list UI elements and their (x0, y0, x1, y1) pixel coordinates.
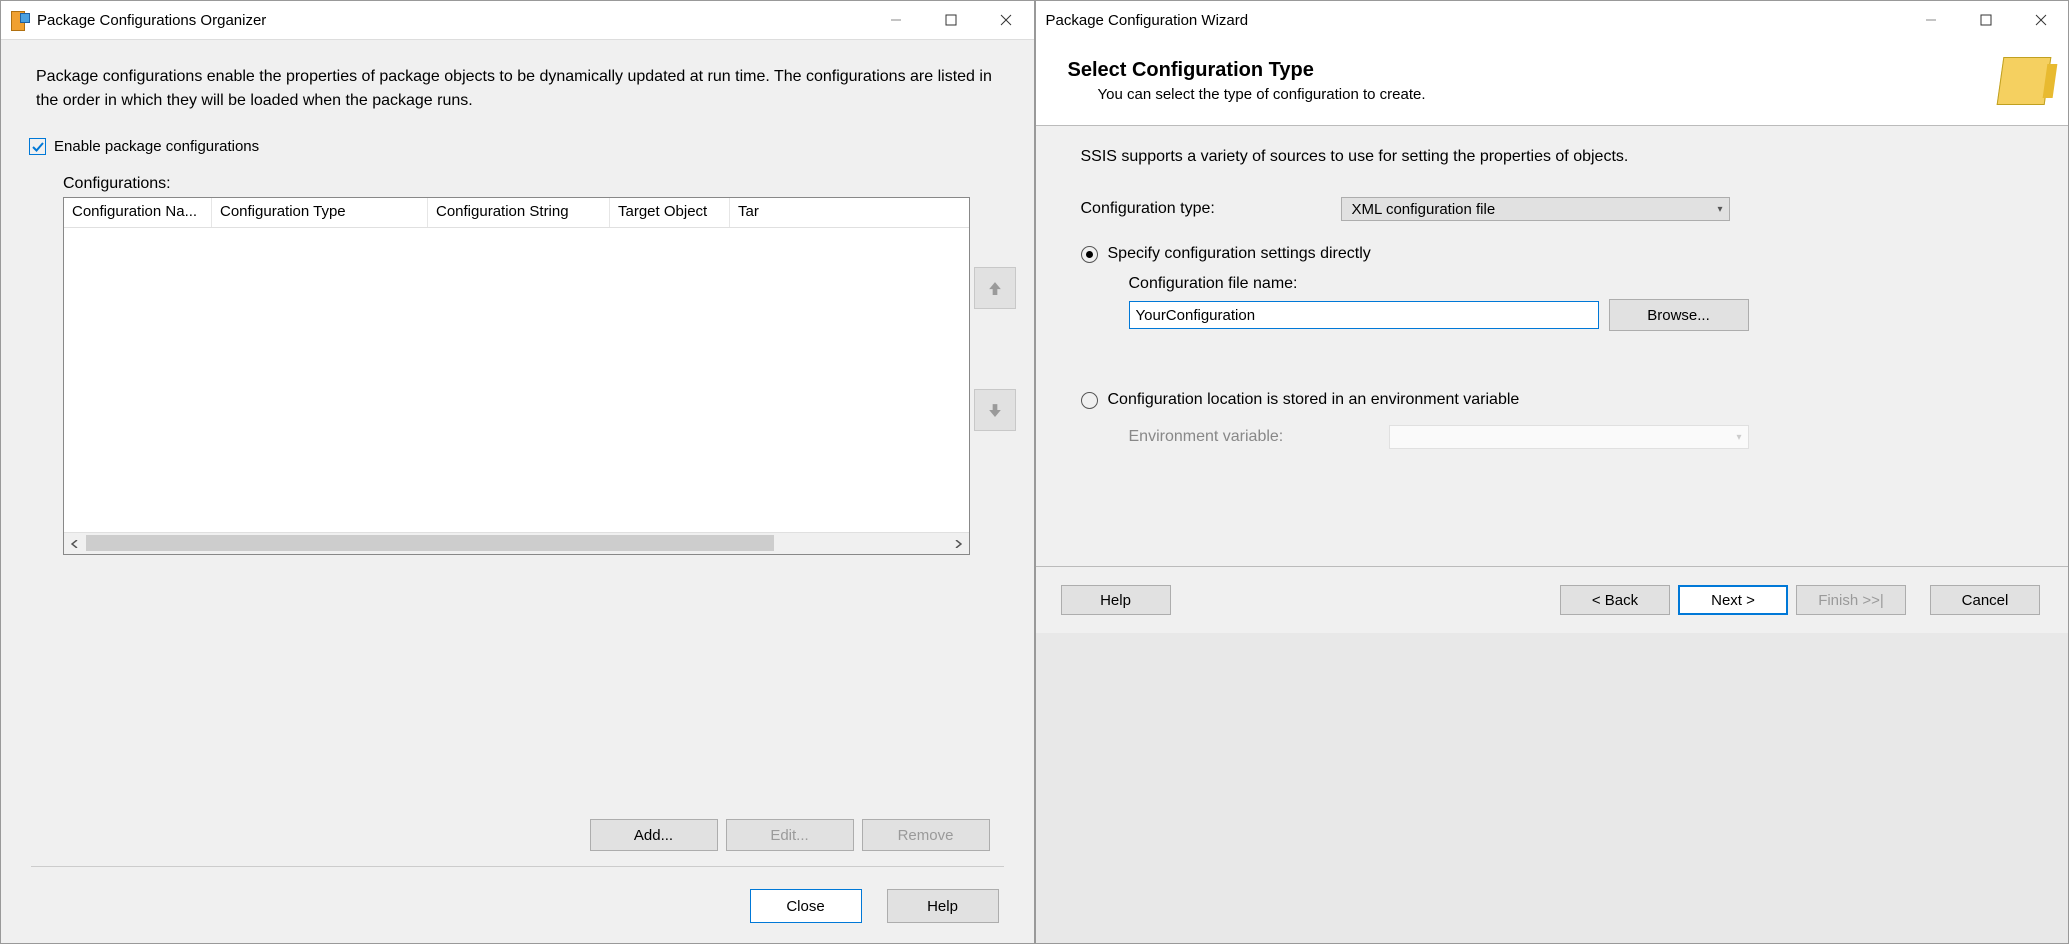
wizard-cancel-button[interactable]: Cancel (1930, 585, 2040, 615)
wizard-back-button[interactable]: < Back (1560, 585, 1670, 615)
organizer-description: Package configurations enable the proper… (1, 40, 1034, 128)
minimize-button[interactable] (869, 1, 924, 39)
edit-button[interactable]: Edit... (726, 819, 854, 851)
wizard-icon (1997, 57, 2052, 105)
chevron-down-icon: ▾ (1717, 204, 1722, 215)
move-up-button[interactable] (974, 267, 1016, 309)
close-button[interactable] (979, 1, 1034, 39)
col-config-string[interactable]: Configuration String (428, 198, 610, 227)
maximize-button[interactable] (924, 1, 979, 39)
browse-button[interactable]: Browse... (1609, 299, 1749, 331)
wizard-close-button[interactable] (2013, 1, 2068, 39)
table-header: Configuration Na... Configuration Type C… (64, 198, 969, 228)
config-type-value: XML configuration file (1352, 201, 1496, 218)
wizard-help-button[interactable]: Help (1061, 585, 1171, 615)
radio-env-variable-label: Configuration location is stored in an e… (1108, 391, 1520, 409)
wizard-minimize-button[interactable] (1903, 1, 1958, 39)
wizard-step-subtitle: You can select the type of configuration… (1068, 82, 2001, 103)
enable-configs-label: Enable package configurations (54, 138, 259, 155)
col-config-name[interactable]: Configuration Na... (64, 198, 212, 227)
configurations-table[interactable]: Configuration Na... Configuration Type C… (63, 197, 970, 555)
env-variable-label: Environment variable: (1129, 428, 1379, 446)
scroll-thumb[interactable] (86, 535, 774, 551)
radio-specify-directly-label: Specify configuration settings directly (1108, 245, 1371, 263)
configurations-label: Configurations: (1, 175, 1034, 197)
h-scrollbar[interactable] (64, 532, 969, 554)
wizard-maximize-button[interactable] (1958, 1, 2013, 39)
wizard-step-title: Select Configuration Type (1068, 59, 2001, 82)
wizard-next-button[interactable]: Next > (1678, 585, 1788, 615)
close-dialog-button[interactable]: Close (750, 889, 862, 923)
add-button[interactable]: Add... (590, 819, 718, 851)
col-config-type[interactable]: Configuration Type (212, 198, 428, 227)
table-body (64, 228, 969, 532)
organizer-window: Package Configurations Organizer Package… (0, 0, 1035, 944)
scroll-left-arrow[interactable] (64, 533, 86, 555)
enable-configs-checkbox[interactable] (29, 138, 46, 155)
organizer-titlebar[interactable]: Package Configurations Organizer (1, 1, 1034, 39)
col-target-prop[interactable]: Tar (730, 198, 969, 227)
config-file-label: Configuration file name: (1081, 273, 2034, 299)
scroll-right-arrow[interactable] (947, 533, 969, 555)
config-type-label: Configuration type: (1081, 200, 1331, 218)
config-file-input[interactable] (1129, 301, 1599, 329)
wizard-window-title: Package Configuration Wizard (1046, 12, 1904, 29)
wizard-finish-button[interactable]: Finish >>| (1796, 585, 1906, 615)
app-icon (11, 11, 29, 29)
remove-button[interactable]: Remove (862, 819, 990, 851)
env-variable-dropdown: ▾ (1389, 425, 1749, 449)
chevron-down-icon: ▾ (1736, 432, 1741, 443)
config-type-dropdown[interactable]: XML configuration file ▾ (1341, 197, 1730, 221)
organizer-title: Package Configurations Organizer (37, 12, 869, 29)
wizard-header: Select Configuration Type You can select… (1036, 39, 2069, 126)
radio-env-variable[interactable] (1081, 392, 1098, 409)
radio-specify-directly[interactable] (1081, 246, 1098, 263)
wizard-intro: SSIS supports a variety of sources to us… (1081, 148, 2034, 191)
col-target-object[interactable]: Target Object (610, 198, 730, 227)
wizard-window: Package Configuration Wizard Select Conf… (1035, 0, 2069, 944)
move-down-button[interactable] (974, 389, 1016, 431)
wizard-titlebar[interactable]: Package Configuration Wizard (1036, 1, 2069, 39)
help-button[interactable]: Help (887, 889, 999, 923)
